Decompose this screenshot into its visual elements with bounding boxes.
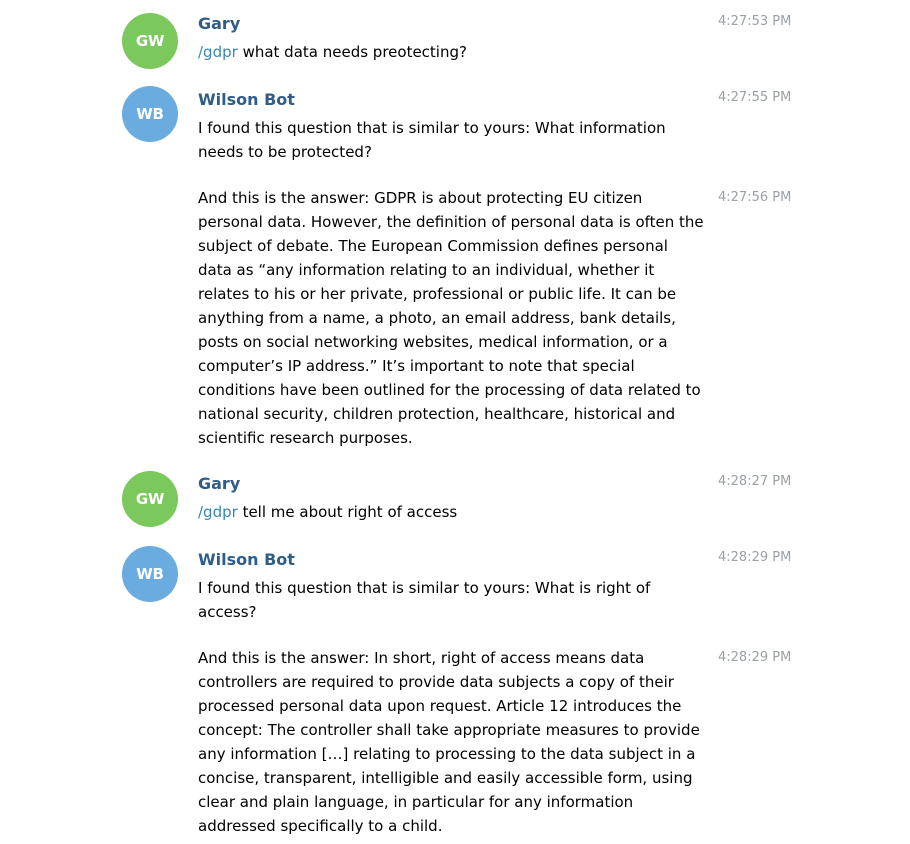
avatar-wilson-bot[interactable]: WB: [122, 546, 178, 602]
message-body: what data needs preotecting?: [237, 43, 467, 61]
message-text: And this is the answer: In short, right …: [198, 649, 700, 835]
avatar-gary[interactable]: GW: [122, 13, 178, 69]
command-link[interactable]: /gdpr: [198, 503, 238, 521]
command-link[interactable]: /gdpr: [198, 43, 238, 61]
sender-name[interactable]: Gary: [198, 474, 240, 494]
message-text: /gdpr tell me about right of access: [198, 500, 704, 524]
message-body: tell me about right of access: [237, 503, 458, 521]
sender-name[interactable]: Wilson Bot: [198, 550, 295, 570]
sender-name[interactable]: Wilson Bot: [198, 90, 295, 110]
timestamp: 4:28:29 PM: [718, 550, 792, 565]
message-text: And this is the answer: GDPR is about pr…: [198, 189, 704, 447]
avatar-gary[interactable]: GW: [122, 471, 178, 527]
timestamp: 4:27:55 PM: [718, 90, 792, 105]
sender-name[interactable]: Gary: [198, 14, 240, 34]
avatar-wilson-bot[interactable]: WB: [122, 86, 178, 142]
message-text: I found this question that is similar to…: [198, 119, 666, 161]
timestamp: 4:27:56 PM: [718, 190, 792, 205]
timestamp: 4:27:53 PM: [718, 14, 792, 29]
timestamp: 4:28:29 PM: [718, 650, 792, 665]
timestamp: 4:28:27 PM: [718, 474, 792, 489]
message-text: /gdpr what data needs preotecting?: [198, 40, 704, 64]
message-text: I found this question that is similar to…: [198, 579, 651, 621]
